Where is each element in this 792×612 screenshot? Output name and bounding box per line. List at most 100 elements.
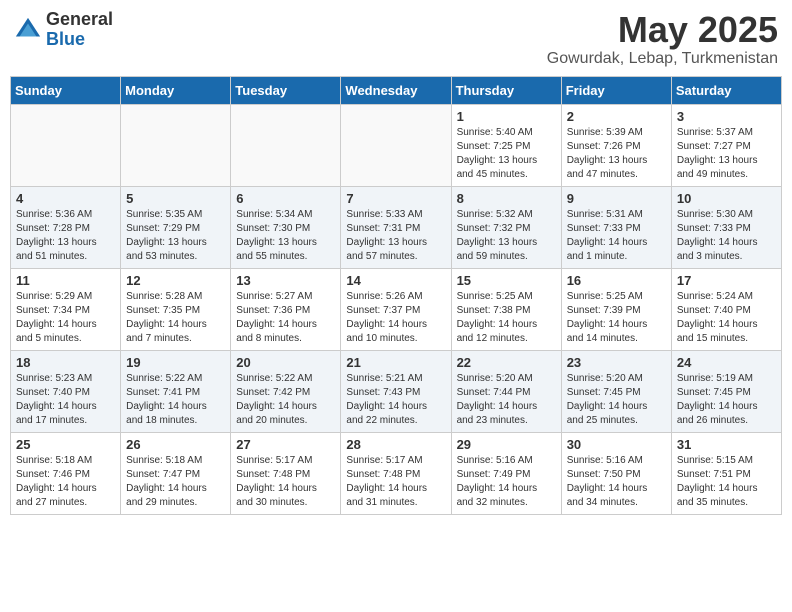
logo: General Blue — [14, 10, 113, 50]
cell-content: Sunrise: 5:22 AM Sunset: 7:42 PM Dayligh… — [236, 372, 336, 428]
day-number: 30 — [567, 437, 667, 452]
cell-content: Sunrise: 5:16 AM Sunset: 7:50 PM Dayligh… — [567, 454, 667, 510]
calendar-cell: 28 Sunrise: 5:17 AM Sunset: 7:48 PM Dayli… — [341, 432, 451, 514]
cell-content: Sunrise: 5:18 AM Sunset: 7:46 PM Dayligh… — [16, 454, 116, 510]
calendar-cell: 21 Sunrise: 5:21 AM Sunset: 7:43 PM Dayli… — [341, 350, 451, 432]
calendar-cell: 6 Sunrise: 5:34 AM Sunset: 7:30 PM Daylig… — [231, 186, 341, 268]
calendar-cell: 20 Sunrise: 5:22 AM Sunset: 7:42 PM Dayli… — [231, 350, 341, 432]
calendar-header-row: SundayMondayTuesdayWednesdayThursdayFrid… — [11, 76, 782, 104]
day-number: 12 — [126, 273, 226, 288]
calendar-cell — [121, 104, 231, 186]
day-number: 21 — [346, 355, 446, 370]
day-of-week-header: Thursday — [451, 76, 561, 104]
cell-content: Sunrise: 5:30 AM Sunset: 7:33 PM Dayligh… — [677, 208, 777, 264]
day-number: 9 — [567, 191, 667, 206]
calendar-cell: 29Sunrise: 5:16 AM Sunset: 7:49 PM Dayli… — [451, 432, 561, 514]
calendar-week-row: 18 Sunrise: 5:23 AM Sunset: 7:40 PM Dayli… — [11, 350, 782, 432]
day-of-week-header: Friday — [561, 76, 671, 104]
cell-content: Sunrise: 5:17 AM Sunset: 7:48 PM Dayligh… — [236, 454, 336, 510]
day-number: 10 — [677, 191, 777, 206]
cell-content: Sunrise: 5:22 AM Sunset: 7:41 PM Dayligh… — [126, 372, 226, 428]
day-number: 25 — [16, 437, 116, 452]
calendar-cell — [341, 104, 451, 186]
calendar-cell: 9 Sunrise: 5:31 AM Sunset: 7:33 PM Daylig… — [561, 186, 671, 268]
page-header: General Blue May 2025 Gowurdak, Lebap, T… — [10, 10, 782, 68]
cell-content: Sunrise: 5:23 AM Sunset: 7:40 PM Dayligh… — [16, 372, 116, 428]
day-number: 1 — [457, 109, 557, 124]
calendar-cell: 1 Sunrise: 5:40 AM Sunset: 7:25 PM Daylig… — [451, 104, 561, 186]
cell-content: Sunrise: 5:21 AM Sunset: 7:43 PM Dayligh… — [346, 372, 446, 428]
calendar-cell: 24 Sunrise: 5:19 AM Sunset: 7:45 PM Dayli… — [671, 350, 781, 432]
cell-content: Sunrise: 5:20 AM Sunset: 7:45 PM Dayligh… — [567, 372, 667, 428]
day-of-week-header: Saturday — [671, 76, 781, 104]
day-of-week-header: Monday — [121, 76, 231, 104]
calendar-cell: 17 Sunrise: 5:24 AM Sunset: 7:40 PM Dayli… — [671, 268, 781, 350]
calendar-cell: 26 Sunrise: 5:18 AM Sunset: 7:47 PM Dayli… — [121, 432, 231, 514]
day-number: 2 — [567, 109, 667, 124]
calendar-cell — [11, 104, 121, 186]
cell-content: Sunrise: 5:20 AM Sunset: 7:44 PM Dayligh… — [457, 372, 557, 428]
day-number: 6 — [236, 191, 336, 206]
day-number: 16 — [567, 273, 667, 288]
calendar-cell: 30 Sunrise: 5:16 AM Sunset: 7:50 PM Dayli… — [561, 432, 671, 514]
logo-blue: Blue — [46, 30, 113, 50]
calendar-table: SundayMondayTuesdayWednesdayThursdayFrid… — [10, 76, 782, 515]
cell-content: Sunrise: 5:28 AM Sunset: 7:35 PM Dayligh… — [126, 290, 226, 346]
location: Gowurdak, Lebap, Turkmenistan — [547, 50, 778, 68]
day-number: 28 — [346, 437, 446, 452]
cell-content: Sunrise: 5:26 AM Sunset: 7:37 PM Dayligh… — [346, 290, 446, 346]
cell-content: Sunrise: 5:40 AM Sunset: 7:25 PM Dayligh… — [457, 126, 557, 182]
day-of-week-header: Wednesday — [341, 76, 451, 104]
day-number: 22 — [457, 355, 557, 370]
calendar-week-row: 25 Sunrise: 5:18 AM Sunset: 7:46 PM Dayli… — [11, 432, 782, 514]
cell-content: Sunrise: 5:39 AM Sunset: 7:26 PM Dayligh… — [567, 126, 667, 182]
day-number: 31 — [677, 437, 777, 452]
calendar-cell: 22 Sunrise: 5:20 AM Sunset: 7:44 PM Dayli… — [451, 350, 561, 432]
day-number: 20 — [236, 355, 336, 370]
day-number: 14 — [346, 273, 446, 288]
cell-content: Sunrise: 5:18 AM Sunset: 7:47 PM Dayligh… — [126, 454, 226, 510]
calendar-cell: 23Sunrise: 5:20 AM Sunset: 7:45 PM Dayli… — [561, 350, 671, 432]
day-number: 26 — [126, 437, 226, 452]
day-number: 3 — [677, 109, 777, 124]
cell-content: Sunrise: 5:25 AM Sunset: 7:38 PM Dayligh… — [457, 290, 557, 346]
day-number: 5 — [126, 191, 226, 206]
day-number: 27 — [236, 437, 336, 452]
calendar-cell: 3 Sunrise: 5:37 AM Sunset: 7:27 PM Daylig… — [671, 104, 781, 186]
calendar-cell: 16 Sunrise: 5:25 AM Sunset: 7:39 PM Dayli… — [561, 268, 671, 350]
cell-content: Sunrise: 5:17 AM Sunset: 7:48 PM Dayligh… — [346, 454, 446, 510]
day-number: 18 — [16, 355, 116, 370]
cell-content: Sunrise: 5:25 AM Sunset: 7:39 PM Dayligh… — [567, 290, 667, 346]
cell-content: Sunrise: 5:15 AM Sunset: 7:51 PM Dayligh… — [677, 454, 777, 510]
calendar-cell: 15Sunrise: 5:25 AM Sunset: 7:38 PM Dayli… — [451, 268, 561, 350]
day-number: 19 — [126, 355, 226, 370]
cell-content: Sunrise: 5:36 AM Sunset: 7:28 PM Dayligh… — [16, 208, 116, 264]
day-number: 24 — [677, 355, 777, 370]
calendar-cell: 25 Sunrise: 5:18 AM Sunset: 7:46 PM Dayli… — [11, 432, 121, 514]
cell-content: Sunrise: 5:24 AM Sunset: 7:40 PM Dayligh… — [677, 290, 777, 346]
calendar-cell: 10 Sunrise: 5:30 AM Sunset: 7:33 PM Dayli… — [671, 186, 781, 268]
calendar-week-row: 4 Sunrise: 5:36 AM Sunset: 7:28 PM Daylig… — [11, 186, 782, 268]
logo-text: General Blue — [46, 10, 113, 50]
calendar-cell: 8Sunrise: 5:32 AM Sunset: 7:32 PM Daylig… — [451, 186, 561, 268]
day-number: 29 — [457, 437, 557, 452]
calendar-cell: 7Sunrise: 5:33 AM Sunset: 7:31 PM Daylig… — [341, 186, 451, 268]
cell-content: Sunrise: 5:33 AM Sunset: 7:31 PM Dayligh… — [346, 208, 446, 264]
calendar-week-row: 1 Sunrise: 5:40 AM Sunset: 7:25 PM Daylig… — [11, 104, 782, 186]
cell-content: Sunrise: 5:37 AM Sunset: 7:27 PM Dayligh… — [677, 126, 777, 182]
day-of-week-header: Sunday — [11, 76, 121, 104]
calendar-cell: 19 Sunrise: 5:22 AM Sunset: 7:41 PM Dayli… — [121, 350, 231, 432]
cell-content: Sunrise: 5:29 AM Sunset: 7:34 PM Dayligh… — [16, 290, 116, 346]
calendar-week-row: 11Sunrise: 5:29 AM Sunset: 7:34 PM Dayli… — [11, 268, 782, 350]
calendar-cell: 12 Sunrise: 5:28 AM Sunset: 7:35 PM Dayli… — [121, 268, 231, 350]
day-number: 13 — [236, 273, 336, 288]
calendar-cell: 14 Sunrise: 5:26 AM Sunset: 7:37 PM Dayli… — [341, 268, 451, 350]
day-number: 4 — [16, 191, 116, 206]
calendar-cell: 18 Sunrise: 5:23 AM Sunset: 7:40 PM Dayli… — [11, 350, 121, 432]
calendar-cell: 31 Sunrise: 5:15 AM Sunset: 7:51 PM Dayli… — [671, 432, 781, 514]
cell-content: Sunrise: 5:34 AM Sunset: 7:30 PM Dayligh… — [236, 208, 336, 264]
calendar-cell: 27 Sunrise: 5:17 AM Sunset: 7:48 PM Dayli… — [231, 432, 341, 514]
cell-content: Sunrise: 5:19 AM Sunset: 7:45 PM Dayligh… — [677, 372, 777, 428]
cell-content: Sunrise: 5:31 AM Sunset: 7:33 PM Dayligh… — [567, 208, 667, 264]
day-number: 17 — [677, 273, 777, 288]
